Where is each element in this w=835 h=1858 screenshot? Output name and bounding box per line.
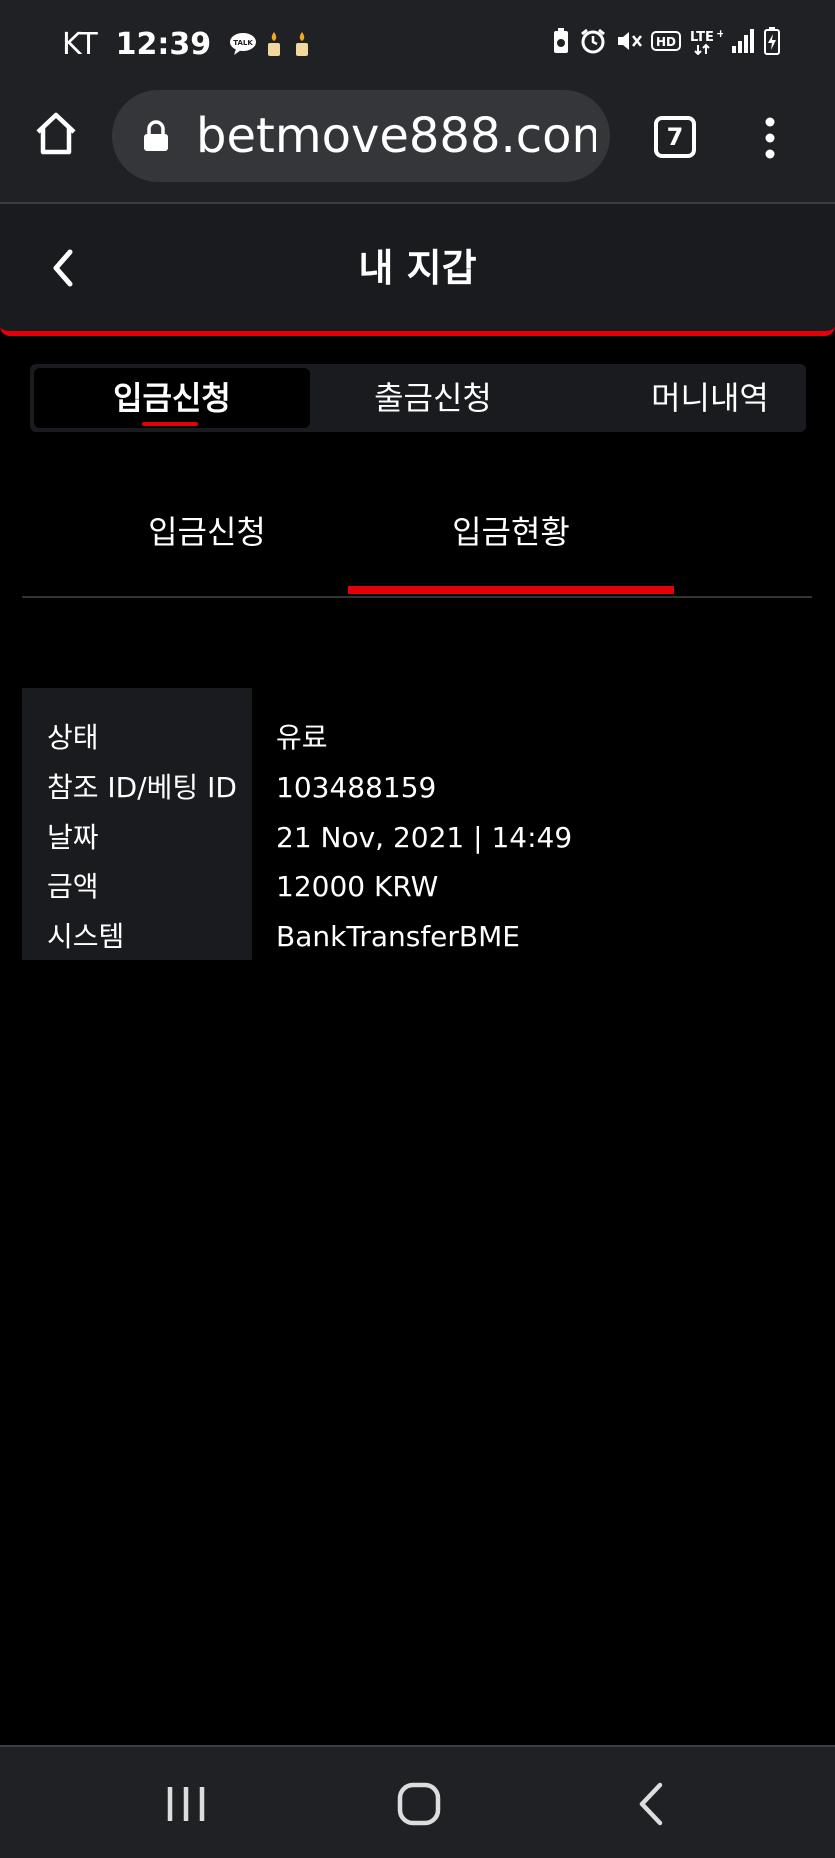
detail-value-status: 유료 bbox=[276, 721, 328, 754]
system-nav-bar bbox=[0, 1745, 835, 1858]
browser-menu-button[interactable] bbox=[756, 114, 784, 162]
tab-money-history[interactable]: 머니내역 bbox=[620, 368, 800, 428]
tab-deposit-request[interactable]: 입금신청 bbox=[34, 368, 310, 428]
mute-icon bbox=[615, 27, 643, 61]
recent-apps-button[interactable] bbox=[156, 1779, 216, 1829]
signal-icon bbox=[731, 28, 755, 60]
candle-icon bbox=[263, 30, 285, 58]
url-text: betmove888.com/ bbox=[196, 108, 596, 164]
chevron-left-icon bbox=[639, 1782, 663, 1826]
browser-toolbar: betmove888.com/ 7 bbox=[0, 86, 835, 204]
detail-value-date: 21 Nov, 2021 | 14:49 bbox=[276, 821, 573, 854]
page-header: 내 지갑 bbox=[0, 204, 835, 336]
active-subtab-indicator bbox=[348, 586, 674, 594]
detail-label-date: 날짜 bbox=[47, 821, 99, 854]
home-nav-button[interactable] bbox=[389, 1779, 449, 1829]
svg-text:TALK: TALK bbox=[233, 39, 253, 47]
svg-text:+: + bbox=[716, 27, 723, 40]
detail-value-system: BankTransferBME bbox=[276, 920, 520, 953]
detail-label-amount: 금액 bbox=[47, 870, 99, 903]
wallet-tabs: 입금신청 출금신청 머니내역 bbox=[30, 364, 806, 432]
recent-apps-icon bbox=[167, 1787, 205, 1821]
more-vert-icon bbox=[765, 117, 775, 159]
home-circle-icon bbox=[397, 1782, 441, 1826]
clock: 12:39 bbox=[115, 26, 212, 62]
carrier-label: KT bbox=[62, 26, 98, 62]
battery-charging-icon bbox=[763, 26, 781, 62]
hd-icon: HD bbox=[651, 29, 681, 59]
alarm-icon bbox=[579, 27, 607, 61]
deposit-sub-tabs: 입금신청 입금현황 bbox=[22, 492, 812, 598]
status-right: HD LTE + bbox=[551, 24, 781, 64]
back-nav-button[interactable] bbox=[622, 1779, 682, 1829]
svg-text:HD: HD bbox=[656, 35, 676, 49]
home-button[interactable] bbox=[32, 110, 80, 158]
deposit-detail: 상태 유료 참조 ID/베팅 ID 103488159 날짜 21 Nov, 2… bbox=[22, 688, 812, 960]
tab-switcher-button[interactable]: 7 bbox=[654, 116, 696, 158]
detail-value-amount: 12000 KRW bbox=[276, 870, 439, 903]
lte-plus-icon: LTE + bbox=[689, 27, 725, 61]
status-left: KT 12:39 TALK bbox=[62, 22, 313, 66]
lock-icon bbox=[142, 120, 170, 152]
home-icon bbox=[36, 112, 76, 155]
battery-saver-icon bbox=[551, 27, 571, 61]
subtab-deposit-request[interactable]: 입금신청 bbox=[102, 506, 312, 558]
tab-label: 출금신청 bbox=[374, 379, 492, 417]
svg-text:LTE: LTE bbox=[690, 30, 714, 45]
tab-label: 입금신청 bbox=[113, 379, 231, 417]
tab-label: 머니내역 bbox=[651, 379, 769, 417]
subtab-deposit-status[interactable]: 입금현황 bbox=[406, 506, 616, 558]
kakaotalk-icon: TALK bbox=[229, 32, 257, 56]
candle-icon bbox=[291, 30, 313, 58]
page-title: 내 지갑 bbox=[358, 246, 477, 290]
active-tab-indicator bbox=[142, 422, 198, 426]
detail-label-reference-id: 참조 ID/베팅 ID bbox=[47, 771, 237, 804]
detail-value-reference-id: 103488159 bbox=[276, 771, 437, 804]
tab-withdraw-request[interactable]: 출금신청 bbox=[320, 368, 546, 428]
address-bar[interactable]: betmove888.com/ bbox=[112, 90, 610, 182]
status-bar: KT 12:39 TALK HD LTE + bbox=[0, 0, 835, 86]
detail-label-status: 상태 bbox=[47, 721, 99, 754]
detail-label-system: 시스템 bbox=[47, 920, 125, 953]
